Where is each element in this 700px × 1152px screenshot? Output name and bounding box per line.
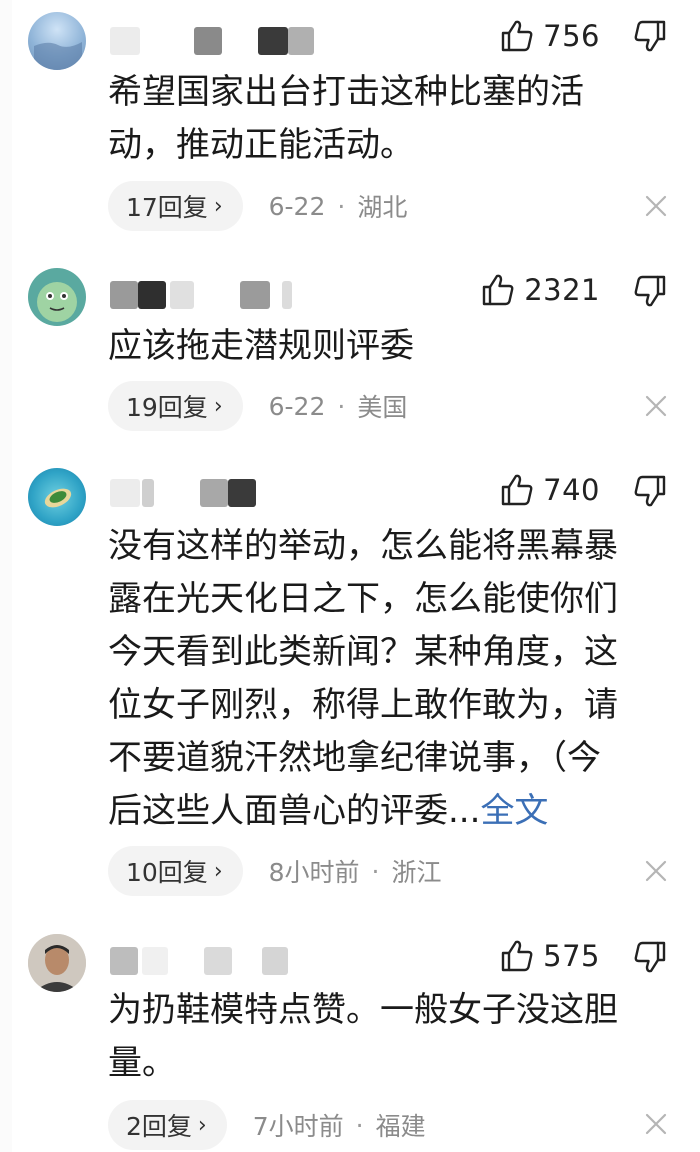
comment-line: 露在光天化日之下，怎么能使你们 [108, 579, 618, 619]
comment-item: 2321 应该拖走潜规则评委 19回复 › 6-22 · 美国 [0, 258, 700, 448]
comment-item: 756 希望国家出台打击这种比塞的活 动，推动正能活动。 17回复 › 6-22… [0, 0, 700, 250]
comment-text: 希望国家出台打击这种比塞的活 动，推动正能活动。 [108, 66, 652, 172]
username-redacted[interactable] [110, 944, 296, 978]
comment-line: 位女子刚烈，称得上敢作敢为，请 [108, 685, 618, 725]
comment-meta: 10回复 › 8小时前 · 浙江 [108, 846, 442, 896]
comment-line: 应该拖走潜规则评委 [108, 326, 414, 366]
like-button[interactable]: 740 [499, 468, 600, 512]
comment-line: 动，推动正能活动。 [108, 125, 414, 165]
chevron-right-icon: › [213, 393, 223, 419]
username-redacted[interactable] [110, 278, 300, 312]
username-redacted[interactable] [110, 24, 322, 58]
comment-location: 湖北 [357, 193, 408, 222]
replies-button[interactable]: 19回复 › [108, 381, 243, 431]
replies-count: 17回复 [126, 193, 208, 222]
comment-meta: 2回复 › 7小时前 · 福建 [108, 1100, 426, 1150]
like-count: 740 [543, 473, 600, 507]
comment-item: 575 为扔鞋模特点赞。一般女子没这胆 量。 2回复 › 7小时前 · 福建 [0, 924, 700, 1152]
comment-list: 756 希望国家出台打击这种比塞的活 动，推动正能活动。 17回复 › 6-22… [0, 0, 700, 1152]
comment-text: 为扔鞋模特点赞。一般女子没这胆 量。 [108, 984, 652, 1090]
comment-line-last: 后这些人面兽心的评委...全文 [108, 785, 652, 838]
replies-button[interactable]: 2回复 › [108, 1100, 227, 1150]
like-count: 756 [543, 19, 600, 53]
close-icon[interactable] [642, 857, 670, 885]
replies-button[interactable]: 10回复 › [108, 846, 243, 896]
comment-time: 7小时前 [252, 1112, 344, 1141]
close-icon[interactable] [642, 392, 670, 420]
thumbs-up-icon [501, 474, 533, 506]
close-icon[interactable] [642, 1110, 670, 1138]
avatar[interactable] [28, 12, 86, 70]
meta-separator: · [337, 191, 346, 221]
comment-line: 为扔鞋模特点赞。一般女子没这胆 [108, 990, 618, 1030]
comment-location: 福建 [375, 1112, 426, 1141]
replies-count: 19回复 [126, 393, 208, 422]
thumbs-up-icon [501, 20, 533, 52]
comment-text: 没有这样的举动，怎么能将黑幕暴 露在光天化日之下，怎么能使你们 今天看到此类新闻… [108, 520, 652, 838]
comment-meta: 19回复 › 6-22 · 美国 [108, 381, 407, 431]
comment-meta: 17回复 › 6-22 · 湖北 [108, 181, 407, 231]
meta-separator: · [337, 391, 346, 421]
chevron-right-icon: › [213, 858, 223, 884]
thumbs-up-icon [482, 274, 514, 306]
meta-separator: · [355, 1110, 364, 1140]
comment-text: 应该拖走潜规则评委 [108, 320, 652, 373]
comment-time: 8小时前 [268, 858, 360, 887]
username-redacted[interactable] [110, 476, 264, 510]
avatar[interactable] [28, 468, 86, 526]
meta-separator: · [371, 856, 380, 886]
replies-button[interactable]: 17回复 › [108, 181, 243, 231]
comment-line: 量。 [108, 1043, 176, 1083]
comment-location: 浙江 [391, 858, 442, 887]
comment-line: 希望国家出台打击这种比塞的活 [108, 72, 584, 112]
comment-time: 6-22 [268, 391, 326, 421]
like-button[interactable]: 575 [499, 934, 600, 978]
avatar[interactable] [28, 268, 86, 326]
like-button[interactable]: 2321 [480, 268, 600, 312]
like-count: 575 [543, 939, 600, 973]
thumbs-down-icon[interactable] [632, 273, 668, 309]
thumbs-up-icon [501, 940, 533, 972]
close-icon[interactable] [642, 192, 670, 220]
avatar[interactable] [28, 934, 86, 992]
full-text-link[interactable]: 全文 [480, 791, 548, 831]
comment-line: 今天看到此类新闻？某种角度，这 [108, 632, 618, 672]
replies-count: 2回复 [126, 1112, 192, 1141]
chevron-right-icon: › [213, 193, 223, 219]
comment-time: 6-22 [268, 191, 326, 221]
thumbs-down-icon[interactable] [632, 473, 668, 509]
comment-item: 740 没有这样的举动，怎么能将黑幕暴 露在光天化日之下，怎么能使你们 今天看到… [0, 458, 700, 918]
comment-location: 美国 [357, 393, 408, 422]
comment-line: 后这些人面兽心的评委... [108, 791, 481, 831]
like-button[interactable]: 756 [499, 14, 600, 58]
comment-line: 没有这样的举动，怎么能将黑幕暴 [108, 526, 618, 566]
thumbs-down-icon[interactable] [632, 18, 668, 54]
thumbs-down-icon[interactable] [632, 939, 668, 975]
replies-count: 10回复 [126, 858, 208, 887]
like-count: 2321 [524, 273, 600, 307]
comment-line: 不要道貌汗然地拿纪律说事，（今 [108, 738, 601, 778]
chevron-right-icon: › [197, 1112, 207, 1138]
